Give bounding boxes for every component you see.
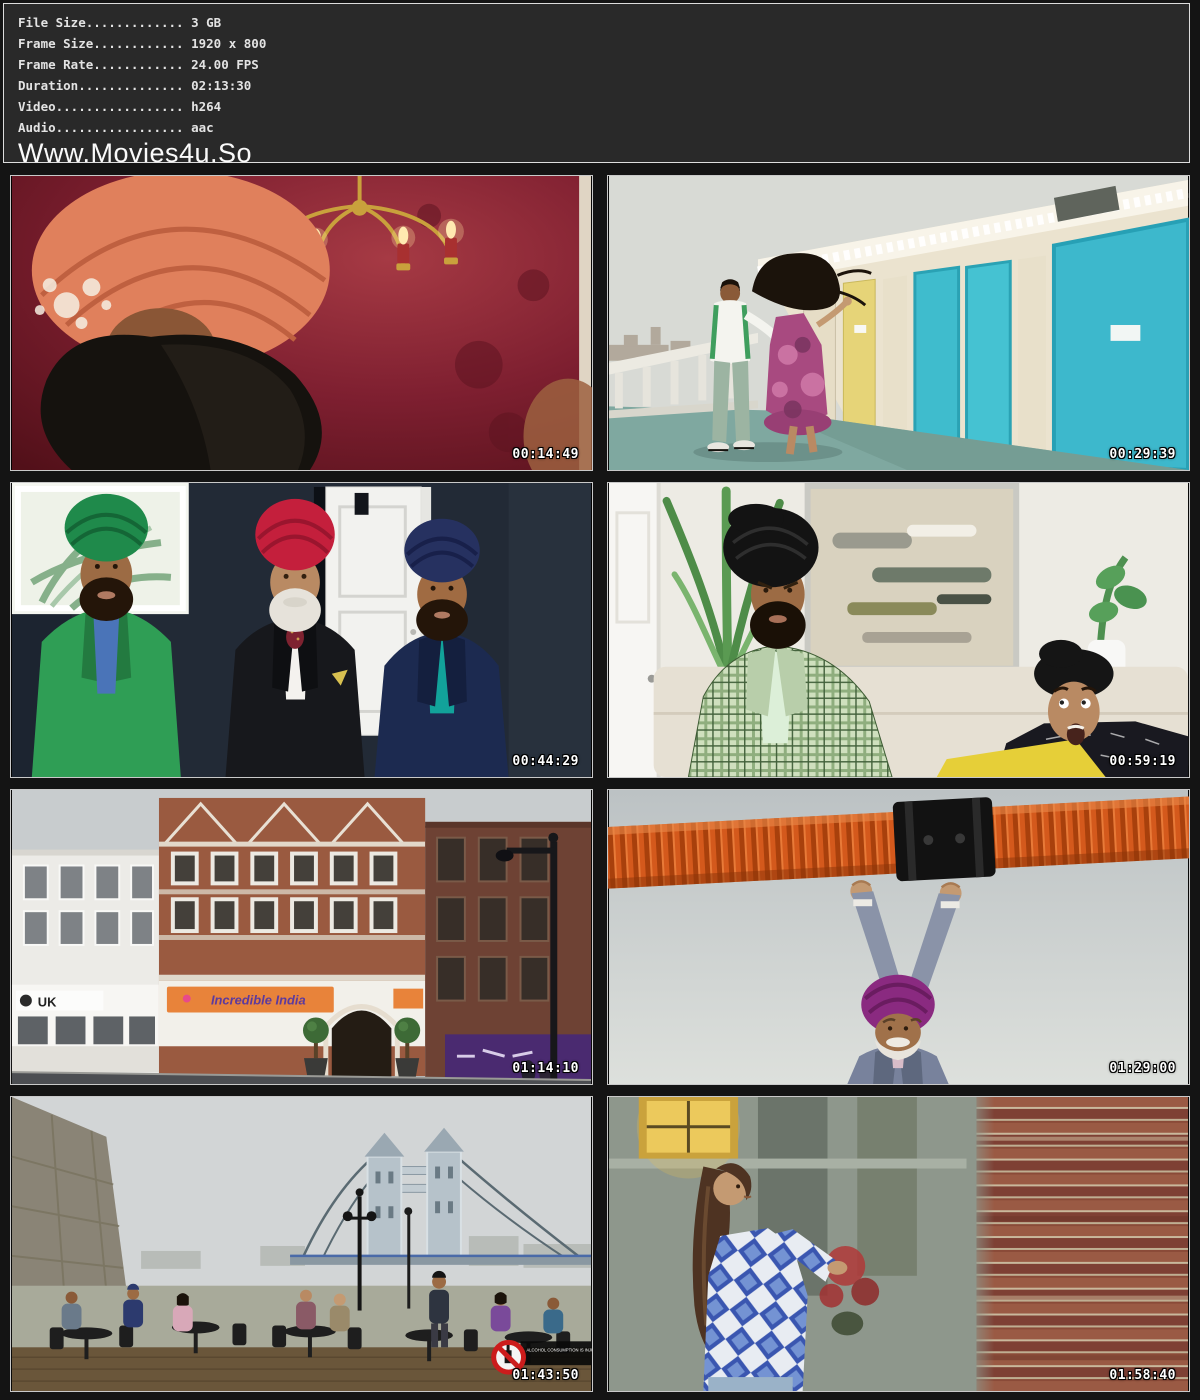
timestamp-overlay: 00:59:19 — [1109, 754, 1176, 769]
screenshot-thumb-5: UK — [10, 789, 593, 1085]
timestamp-overlay: 01:43:50 — [512, 1368, 579, 1383]
info-line-frame-rate: Frame Rate............ 24.00 FPS — [18, 54, 1189, 75]
timestamp-overlay: 01:14:10 — [512, 1061, 579, 1076]
scene-pipe-hang — [608, 790, 1189, 1084]
timestamp-overlay: 00:14:49 — [512, 447, 579, 462]
screenshot-thumb-8: 01:58:40 — [607, 1096, 1190, 1392]
incredible-india-building: Incredible India — [159, 798, 425, 1084]
screenshot-thumb-2: 00:29:39 — [607, 175, 1190, 471]
wall-device — [355, 493, 369, 515]
abstract-painting — [808, 486, 1017, 669]
screenshot-thumb-6: 01:29:00 — [607, 789, 1190, 1085]
left-white-building: UK — [12, 850, 159, 1084]
timestamp-overlay: 00:29:39 — [1109, 447, 1176, 462]
scene-turban-closeup — [11, 176, 592, 470]
scene-motion-blur — [608, 1097, 1189, 1391]
screenshot-thumb-1: 00:14:49 — [10, 175, 593, 471]
movie-screenshots-sheet: File Size............. 3 GB Frame Size..… — [0, 0, 1200, 1400]
timestamp-overlay: 01:29:00 — [1109, 1061, 1176, 1076]
timestamp-overlay: 01:58:40 — [1109, 1368, 1176, 1383]
info-line-audio: Audio................. aac — [18, 117, 1189, 138]
screenshot-thumb-4: 00:59:19 — [607, 482, 1190, 778]
scene-london-street: UK — [11, 790, 592, 1084]
info-line-duration: Duration.............. 02:13:30 — [18, 75, 1189, 96]
white-door — [609, 483, 661, 777]
blurred-brick-wall — [976, 1097, 1188, 1391]
scene-tower-bridge-cafe: ALCOHOL CONSUMPTION IS INJURIOUS TO HEAL… — [11, 1097, 592, 1391]
scene-three-men — [11, 483, 592, 777]
info-line-video: Video................. h264 — [18, 96, 1189, 117]
purple-shop-sign — [445, 1034, 591, 1084]
incredible-india-sign-text: Incredible India — [211, 993, 306, 1008]
uk-shop-sign-text: UK — [38, 995, 57, 1010]
screenshot-thumb-3: 00:44:29 — [10, 482, 593, 778]
alcohol-warning-text: ALCOHOL CONSUMPTION IS INJURIOUS TO HEAL… — [526, 1347, 592, 1352]
screenshot-thumb-7: ALCOHOL CONSUMPTION IS INJURIOUS TO HEAL… — [10, 1096, 593, 1392]
info-line-frame-size: Frame Size............ 1920 x 800 — [18, 33, 1189, 54]
scene-beach-huts-dance — [608, 176, 1189, 470]
timestamp-overlay: 00:44:29 — [512, 754, 579, 769]
media-info-panel: File Size............. 3 GB Frame Size..… — [3, 3, 1190, 163]
site-watermark: Www.Movies4u.So — [18, 138, 1189, 168]
scene-living-room — [608, 483, 1189, 777]
blur-fade — [967, 1097, 995, 1391]
right-brick-building — [425, 822, 591, 1084]
arched-doorway — [332, 1011, 392, 1085]
info-line-file-size: File Size............. 3 GB — [18, 12, 1189, 33]
